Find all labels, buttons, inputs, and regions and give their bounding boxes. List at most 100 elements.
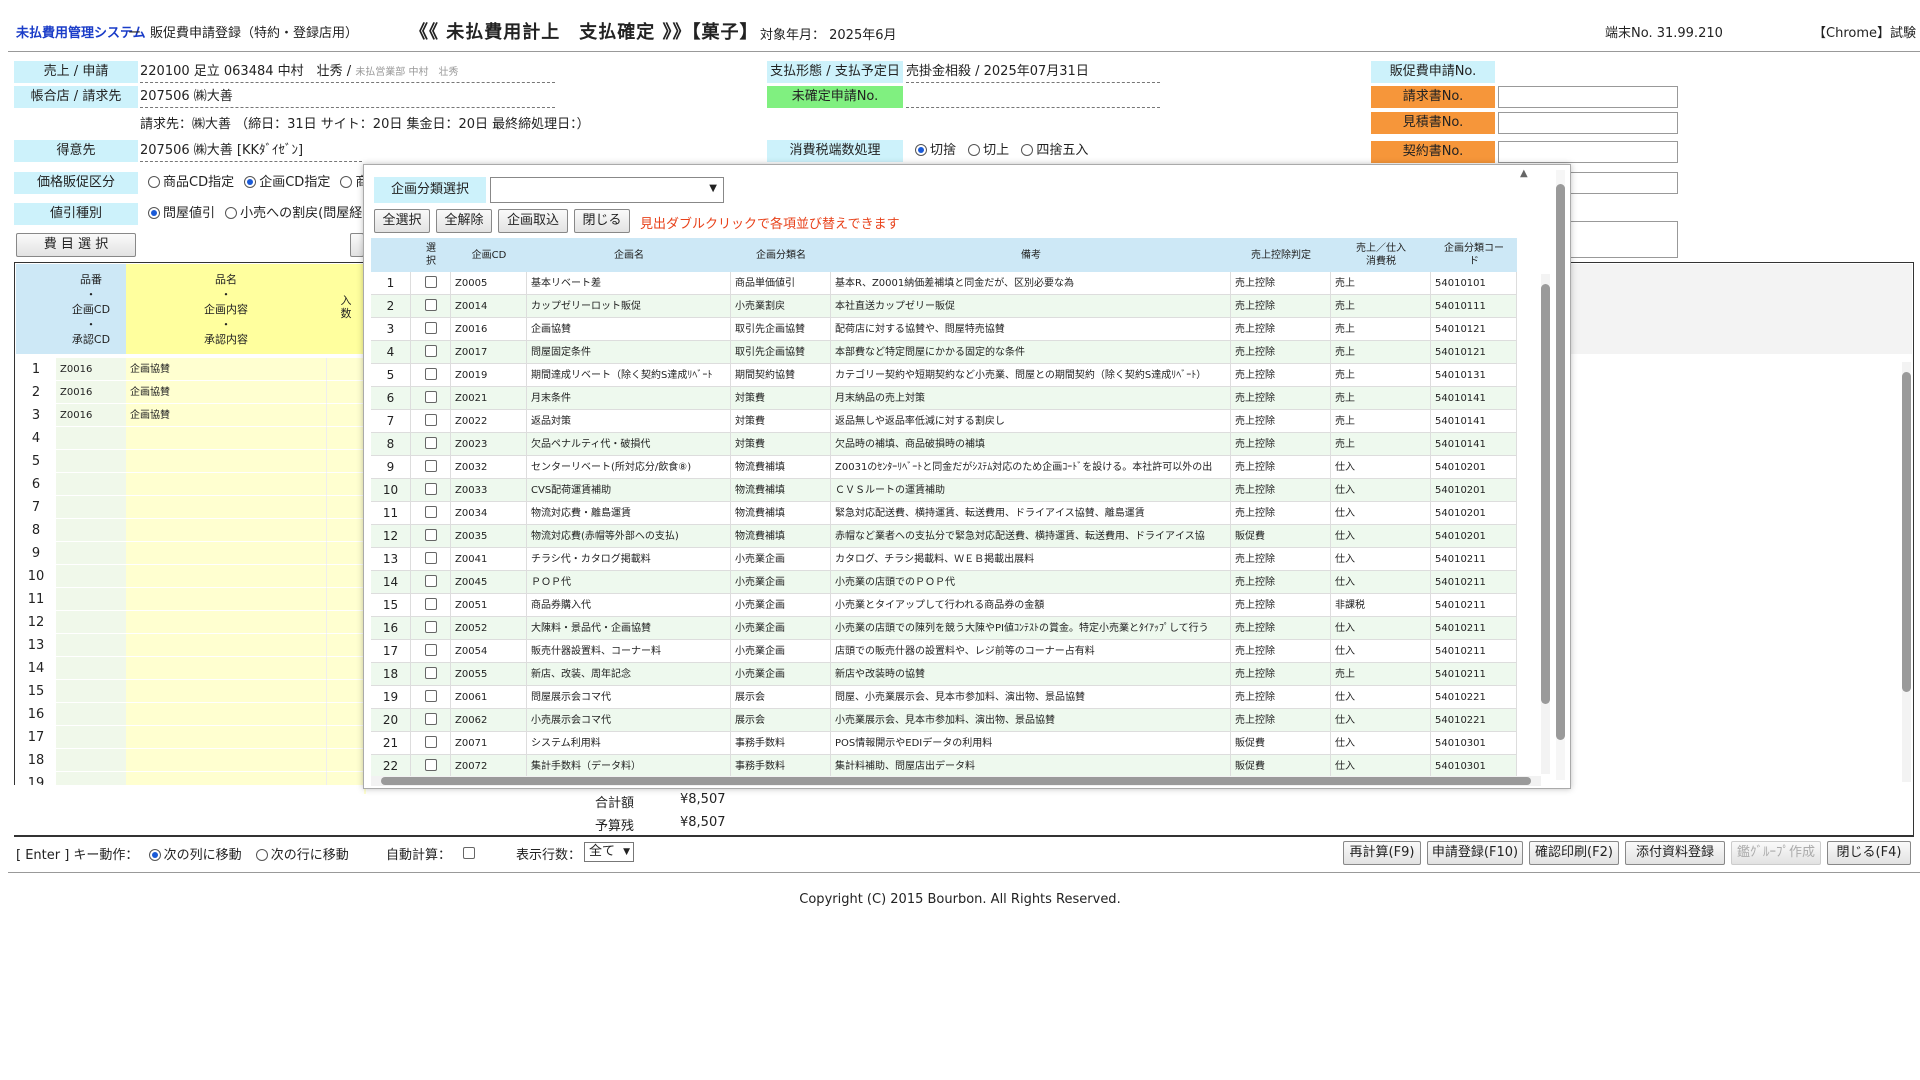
row-select[interactable] [411, 502, 451, 525]
row-checkbox[interactable] [424, 276, 437, 288]
grid-row[interactable]: 12 [16, 611, 366, 634]
price-opt-other-radio[interactable] [340, 176, 353, 188]
grid-row-name[interactable] [126, 703, 326, 726]
row-select[interactable] [411, 640, 451, 663]
grid-row-code[interactable] [56, 565, 126, 588]
grid-row-name[interactable] [126, 473, 326, 496]
row-checkbox[interactable] [424, 598, 437, 610]
price-opt-product-radio[interactable] [148, 176, 160, 188]
row-checkbox[interactable] [424, 759, 437, 771]
plan-table-row[interactable]: 17 Z0054 販売什器設置料、コーナー料 小売業企画 店頭での販売什器の設置料や、レ… [371, 640, 1517, 663]
select-all-button[interactable]: 全選択 [374, 209, 430, 233]
grid-row-code[interactable] [56, 703, 126, 726]
grid-row-code[interactable] [56, 680, 126, 703]
row-checkbox[interactable] [424, 575, 437, 587]
price-opt-plan-radio[interactable] [244, 176, 257, 188]
grid-row-qty[interactable] [326, 611, 366, 634]
estimate-no-input[interactable] [1498, 112, 1678, 134]
row-select[interactable] [411, 341, 451, 364]
grid-row-code[interactable] [56, 473, 126, 496]
row-select[interactable] [411, 456, 451, 479]
grid-row-name[interactable] [126, 726, 326, 749]
col-header-deduction[interactable]: 売上控除判定 [1231, 238, 1331, 272]
row-select[interactable] [411, 686, 451, 709]
row-select[interactable] [411, 433, 451, 456]
col-header-plan-cd[interactable]: 企画CD [451, 238, 527, 272]
attach-button[interactable]: 添付資料登録 [1625, 841, 1725, 865]
plan-table-row[interactable]: 12 Z0035 物流対応費(赤帽等外部への支払) 物流費補填 赤帽など業者への支払分で… [371, 525, 1517, 548]
row-select[interactable] [411, 295, 451, 318]
grid-row[interactable]: 8 [16, 519, 366, 542]
row-select[interactable] [411, 594, 451, 617]
plan-table-row[interactable]: 22 Z0072 集計手数料（データ料） 事務手数料 集計料補助、問屋店出データ料 販促費… [371, 755, 1517, 776]
col-header-note[interactable]: 備考 [831, 238, 1231, 272]
grid-row-name[interactable] [126, 565, 326, 588]
grid-row-code[interactable]: Z0016 [56, 358, 126, 381]
row-select[interactable] [411, 387, 451, 410]
grid-row-qty[interactable] [326, 634, 366, 657]
row-select[interactable] [411, 479, 451, 502]
grid-row[interactable]: 10 [16, 565, 366, 588]
grid-row-qty[interactable] [326, 381, 366, 404]
grid-row[interactable]: 11 [16, 588, 366, 611]
grid-row-qty[interactable] [326, 726, 366, 749]
recalc-button[interactable]: 再計算(F9) [1343, 841, 1421, 865]
row-select[interactable] [411, 410, 451, 433]
row-select[interactable] [411, 732, 451, 755]
plan-table-row[interactable]: 14 Z0045 ＰＯＰ代 小売業企画 小売業の店頭でのＰＯＰ代 売上控除 仕入 540102… [371, 571, 1517, 594]
row-select[interactable] [411, 571, 451, 594]
grid-row-qty[interactable] [326, 496, 366, 519]
tax-round-radio[interactable] [1021, 144, 1034, 156]
row-select[interactable] [411, 663, 451, 686]
grid-row-code[interactable] [56, 611, 126, 634]
row-select[interactable] [411, 548, 451, 571]
row-checkbox[interactable] [424, 322, 437, 334]
row-select[interactable] [411, 617, 451, 640]
grid-row-code[interactable] [56, 657, 126, 680]
plan-table-row[interactable]: 4 Z0017 問屋固定条件 取引先企画協賛 本部費など特定問屋にかかる固定的な条件 売上… [371, 341, 1517, 364]
row-select[interactable] [411, 755, 451, 776]
enter-next-row-radio[interactable] [255, 849, 268, 861]
col-header-cat-code[interactable]: 企画分類コー ド [1431, 238, 1517, 272]
grid-row-code[interactable] [56, 450, 126, 473]
plan-table-row[interactable]: 21 Z0071 システム利用料 事務手数料 POS情報開示やEDIデータの利用料 販促費… [371, 732, 1517, 755]
grid-row-name[interactable] [126, 427, 326, 450]
grid-row-name[interactable] [126, 657, 326, 680]
row-select[interactable] [411, 709, 451, 732]
tax-truncate-radio[interactable] [915, 144, 927, 156]
dialog-close-button[interactable]: 閉じる [574, 209, 630, 233]
plan-table-row[interactable]: 20 Z0062 小売展示会コマ代 展示会 小売業展示会、見本市参加料、演出物、景品協賛… [371, 709, 1517, 732]
plan-table-row[interactable]: 19 Z0061 問屋展示会コマ代 展示会 問屋、小売業展示会、見本市参加料、演出物、景… [371, 686, 1517, 709]
grid-row[interactable]: 17 [16, 726, 366, 749]
grid-row-code[interactable] [56, 427, 126, 450]
grid-row-name[interactable]: 企画協賛 [126, 358, 326, 381]
col-header-select[interactable]: 選 択 [411, 238, 451, 272]
grid-row-code[interactable] [56, 519, 126, 542]
dialog-scrollbar[interactable] [1556, 170, 1565, 780]
grid-row-name[interactable] [126, 588, 326, 611]
grid-row[interactable]: 9 [16, 542, 366, 565]
grid-row-qty[interactable] [326, 450, 366, 473]
grid-row-qty[interactable] [326, 588, 366, 611]
close-button[interactable]: 閉じる(F4) [1827, 841, 1911, 865]
grid-row-qty[interactable] [326, 427, 366, 450]
import-plan-button[interactable]: 企画取込 [498, 209, 568, 233]
grid-row[interactable]: 7 [16, 496, 366, 519]
rows-select[interactable]: 全て ▼ [584, 842, 634, 862]
plan-table-row[interactable]: 2 Z0014 カップゼリーロット販促 小売業割戻 本社直送カップゼリー販促 売上控除 売上… [371, 295, 1517, 318]
plan-table-row[interactable]: 9 Z0032 センターリベート(所対応分/飲食⑧) 物流費補填 Z0031のｾﾝﾀｰﾘ… [371, 456, 1517, 479]
grid-row-qty[interactable] [326, 703, 366, 726]
grid-row-qty[interactable] [326, 473, 366, 496]
plan-table-row[interactable]: 6 Z0021 月末条件 対策費 月末納品の売上対策 売上控除 売上 54010141 [371, 387, 1517, 410]
grid-row-code[interactable] [56, 542, 126, 565]
grid-row-qty[interactable] [326, 542, 366, 565]
grid-row-qty[interactable] [326, 749, 366, 772]
grid-row-name[interactable] [126, 496, 326, 519]
row-select[interactable] [411, 272, 451, 295]
grid-row[interactable]: 3 Z0016 企画協賛 [16, 404, 366, 427]
row-checkbox[interactable] [424, 736, 437, 748]
tax-roundup-radio[interactable] [968, 144, 981, 156]
row-checkbox[interactable] [424, 483, 437, 495]
row-checkbox[interactable] [424, 529, 437, 541]
grid-row[interactable]: 16 [16, 703, 366, 726]
